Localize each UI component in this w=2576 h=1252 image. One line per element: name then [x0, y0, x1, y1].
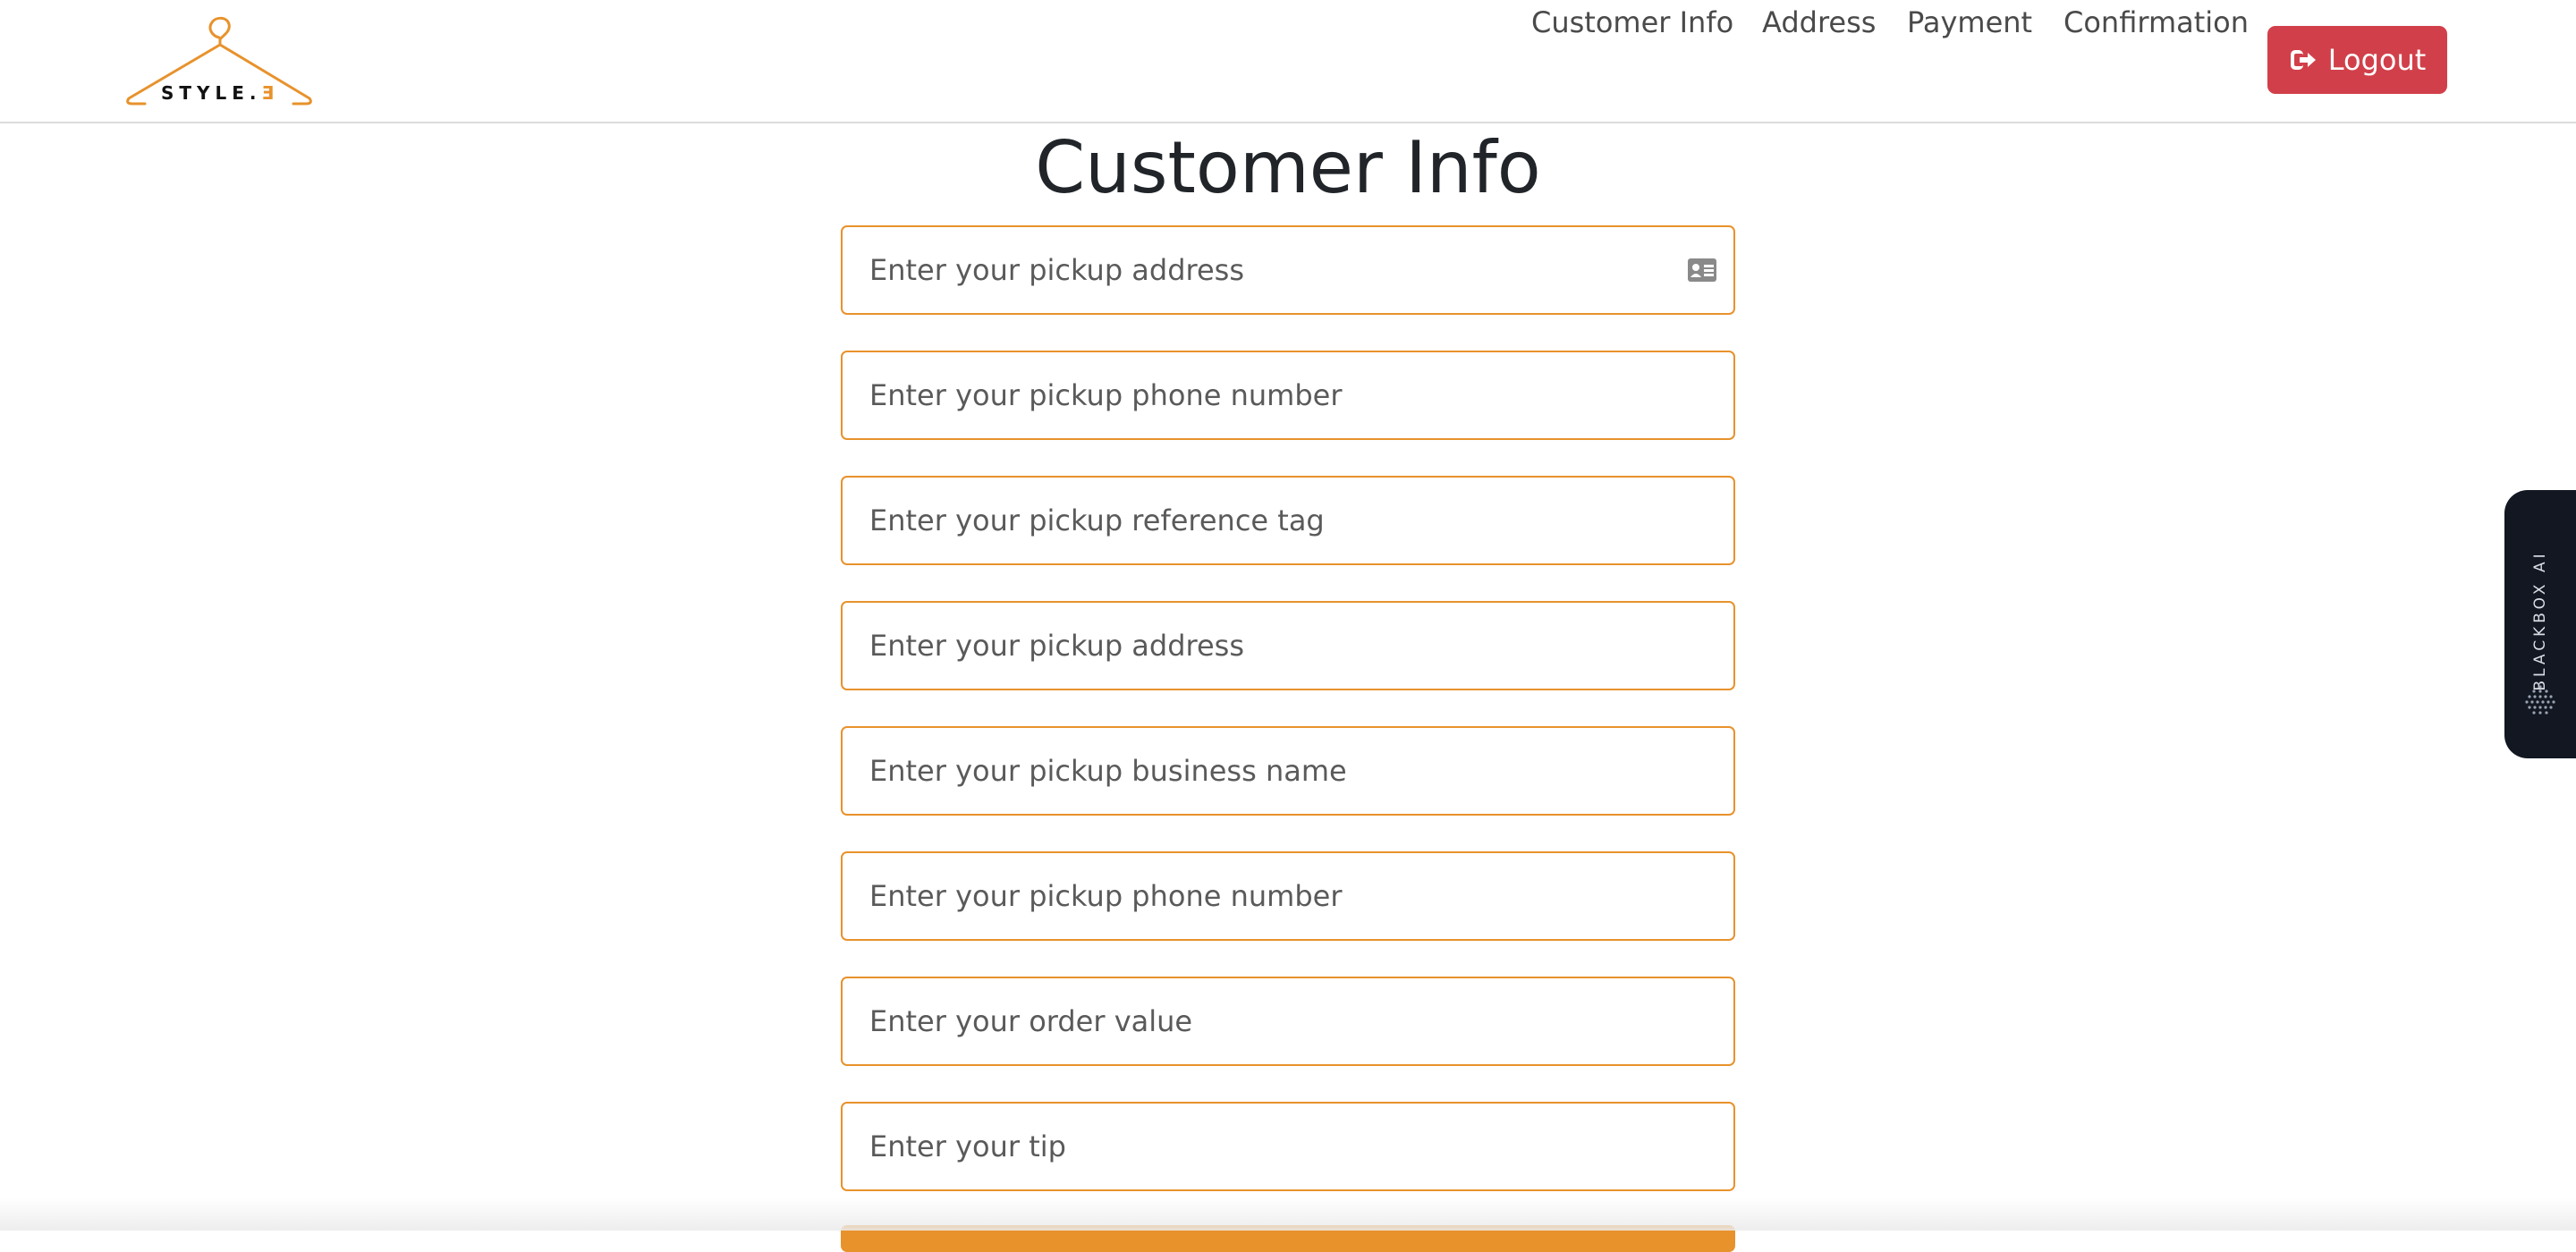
nav-link-address[interactable]: Address: [1762, 0, 1876, 45]
nav-link-confirmation[interactable]: Confirmation: [2063, 0, 2249, 45]
order-value-input[interactable]: [843, 978, 1733, 1064]
logout-label: Logout: [2327, 43, 2427, 77]
contact-card-icon: [1687, 258, 1717, 283]
sign-out-icon: [2290, 50, 2316, 70]
pickup-phone-field[interactable]: [841, 351, 1735, 440]
nav-link-customer-info[interactable]: Customer Info: [1531, 0, 1733, 45]
pickup-address-input[interactable]: [843, 227, 1733, 313]
page-title: Customer Info: [1035, 126, 1541, 209]
pickup-address-2-input[interactable]: [843, 603, 1733, 689]
logo-text: STYLE.Ǝ: [161, 82, 280, 104]
dots-icon: [2522, 681, 2558, 717]
pickup-business-name-input[interactable]: [843, 728, 1733, 814]
pickup-address-field[interactable]: [841, 225, 1735, 315]
widget-label: BLACKBOX AI: [2531, 550, 2549, 691]
pickup-phone-input[interactable]: [843, 352, 1733, 438]
pickup-address-2-field[interactable]: [841, 601, 1735, 690]
pickup-phone-2-input[interactable]: [843, 853, 1733, 939]
pickup-reference-tag-input[interactable]: [843, 478, 1733, 563]
tip-input[interactable]: [843, 1104, 1733, 1189]
blackbox-ai-widget[interactable]: BLACKBOX AI: [2504, 490, 2576, 758]
pickup-phone-2-field[interactable]: [841, 851, 1735, 941]
order-value-field[interactable]: [841, 977, 1735, 1066]
pickup-reference-tag-field[interactable]: [841, 476, 1735, 565]
nav-link-payment[interactable]: Payment: [1907, 0, 2032, 45]
tip-field[interactable]: [841, 1102, 1735, 1191]
logout-button[interactable]: Logout: [2267, 26, 2447, 94]
pickup-business-name-field[interactable]: [841, 726, 1735, 816]
submit-button[interactable]: [841, 1225, 1735, 1252]
navbar: STYLE.Ǝ Customer Info Address Payment Co…: [0, 0, 2576, 123]
brand-logo[interactable]: STYLE.Ǝ: [125, 13, 313, 113]
